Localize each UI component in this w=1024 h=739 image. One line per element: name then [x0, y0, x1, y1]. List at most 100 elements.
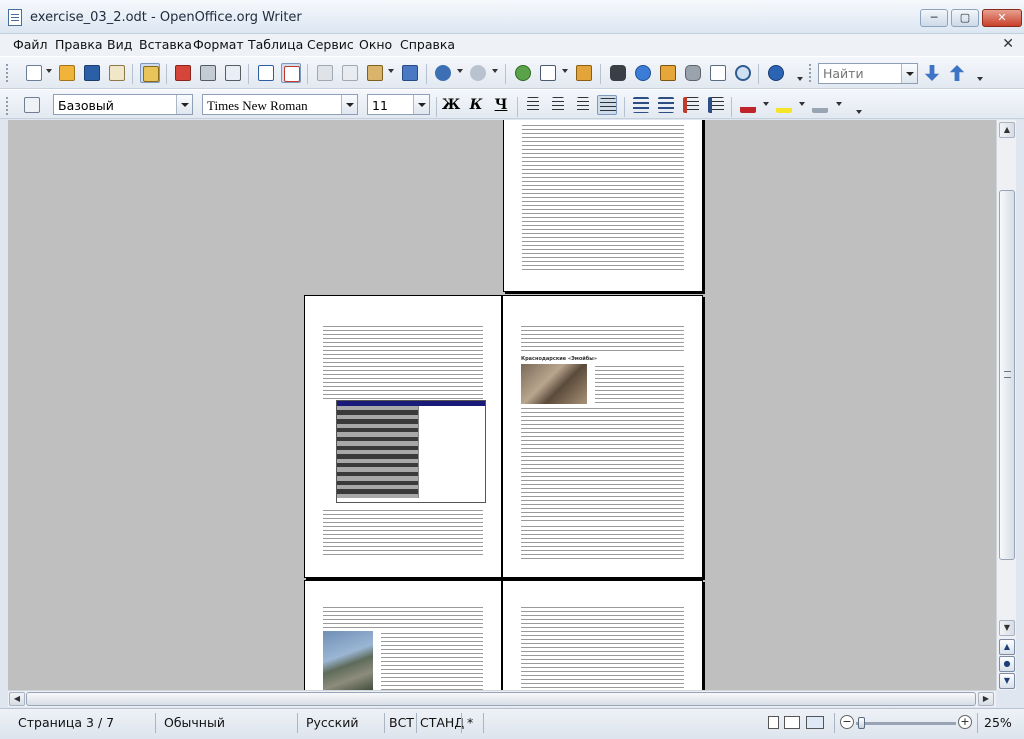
- edit-mode-button[interactable]: [140, 63, 160, 83]
- maximize-button[interactable]: ▢: [951, 9, 979, 27]
- find-next-button[interactable]: [922, 63, 942, 83]
- toolbar-overflow-icon[interactable]: [977, 77, 983, 81]
- help-button[interactable]: [766, 63, 786, 83]
- align-left-button[interactable]: [524, 95, 544, 115]
- find-replace-button[interactable]: [608, 63, 628, 83]
- chevron-down-icon[interactable]: [176, 95, 192, 114]
- chevron-down-icon[interactable]: [413, 95, 429, 114]
- font-name-combobox[interactable]: Times New Roman: [202, 94, 358, 115]
- new-document-button[interactable]: [24, 63, 44, 83]
- bold-button[interactable]: Ж: [441, 95, 461, 115]
- chevron-down-icon[interactable]: [562, 69, 568, 73]
- document-canvas[interactable]: Краснодарские «Эмойбы»: [8, 120, 996, 690]
- print-preview-button[interactable]: [223, 63, 243, 83]
- insert-mode[interactable]: ВСТ: [389, 715, 414, 730]
- export-pdf-button[interactable]: [173, 63, 193, 83]
- cut-button[interactable]: [315, 63, 335, 83]
- menu-file[interactable]: Файл: [13, 37, 48, 52]
- page-indicator[interactable]: Страница 3 / 7: [18, 715, 114, 730]
- next-page-icon[interactable]: ▼: [999, 673, 1015, 689]
- scroll-right-icon[interactable]: ▶: [978, 692, 994, 706]
- chevron-down-icon[interactable]: [799, 102, 805, 106]
- spellcheck-button[interactable]: [256, 63, 276, 83]
- scroll-up-icon[interactable]: ▲: [999, 122, 1015, 138]
- redo-button[interactable]: [468, 63, 488, 83]
- rock-photo[interactable]: [521, 364, 587, 404]
- menu-view[interactable]: Вид: [107, 37, 132, 52]
- toolbar-overflow-icon[interactable]: [797, 77, 803, 81]
- single-page-view-icon[interactable]: [768, 716, 779, 729]
- clone-formatting-button[interactable]: [400, 63, 420, 83]
- menu-window[interactable]: Окно: [359, 37, 392, 52]
- menu-table[interactable]: Таблица: [248, 37, 303, 52]
- save-button[interactable]: [82, 63, 102, 83]
- chevron-down-icon[interactable]: [901, 64, 917, 83]
- toolbar-overflow-icon[interactable]: [856, 110, 862, 114]
- menu-help[interactable]: Справка: [400, 37, 455, 52]
- data-sources-button[interactable]: [683, 63, 703, 83]
- align-right-button[interactable]: [572, 95, 592, 115]
- zoom-button[interactable]: [733, 63, 753, 83]
- font-color-button[interactable]: [738, 95, 758, 115]
- navigator-button[interactable]: [633, 63, 653, 83]
- bullets-button[interactable]: [656, 95, 676, 115]
- email-button[interactable]: [107, 63, 127, 83]
- scroll-down-icon[interactable]: ▼: [999, 620, 1015, 636]
- increase-indent-button[interactable]: [706, 95, 726, 115]
- copy-button[interactable]: [340, 63, 360, 83]
- scroll-left-icon[interactable]: ◀: [9, 692, 25, 706]
- navigation-icon[interactable]: ●: [999, 656, 1015, 672]
- hyperlink-button[interactable]: [513, 63, 533, 83]
- zoom-in-icon[interactable]: +: [958, 715, 972, 729]
- zoom-out-icon[interactable]: −: [840, 715, 854, 729]
- find-previous-button[interactable]: [947, 63, 967, 83]
- previous-page-icon[interactable]: ▲: [999, 639, 1015, 655]
- chevron-down-icon[interactable]: [388, 69, 394, 73]
- page-style[interactable]: Обычный: [164, 715, 225, 730]
- gallery-button[interactable]: [658, 63, 678, 83]
- document-page[interactable]: Краснодарские «Эмойбы»: [502, 295, 703, 578]
- print-button[interactable]: [198, 63, 218, 83]
- toolbar-grip[interactable]: [5, 96, 9, 116]
- zoom-level[interactable]: 25%: [984, 715, 1012, 730]
- show-draw-functions-button[interactable]: [574, 63, 594, 83]
- chevron-down-icon[interactable]: [341, 95, 357, 114]
- find-input[interactable]: [819, 64, 899, 83]
- undo-button[interactable]: [433, 63, 453, 83]
- open-button[interactable]: [57, 63, 77, 83]
- toolbar-grip[interactable]: [5, 63, 9, 83]
- chevron-down-icon[interactable]: [46, 69, 52, 73]
- menu-insert[interactable]: Вставка: [139, 37, 192, 52]
- table-button[interactable]: [538, 63, 558, 83]
- document-page[interactable]: [304, 295, 502, 578]
- close-window-button[interactable]: ✕: [982, 9, 1022, 27]
- zoom-slider-track[interactable]: [856, 722, 956, 725]
- horizontal-scrollbar[interactable]: ◀ ▶: [8, 690, 996, 707]
- paragraph-style-combobox[interactable]: Базовый: [53, 94, 193, 115]
- highlight-button[interactable]: [774, 95, 794, 115]
- data-table[interactable]: [336, 400, 486, 503]
- close-document-icon[interactable]: ✕: [1002, 36, 1014, 52]
- paste-button[interactable]: [365, 63, 385, 83]
- chevron-down-icon[interactable]: [492, 69, 498, 73]
- styles-formatting-button[interactable]: [22, 95, 42, 115]
- document-page[interactable]: [304, 580, 502, 690]
- numbering-button[interactable]: [631, 95, 651, 115]
- decrease-indent-button[interactable]: [681, 95, 701, 115]
- italic-button[interactable]: К: [466, 95, 486, 115]
- find-combobox[interactable]: [818, 63, 918, 84]
- menu-tools[interactable]: Сервис: [307, 37, 354, 52]
- font-size-combobox[interactable]: 11: [367, 94, 430, 115]
- zoom-slider-handle[interactable]: [858, 717, 865, 729]
- underline-button[interactable]: Ч: [491, 95, 511, 115]
- menu-format[interactable]: Формат: [193, 37, 244, 52]
- toolbar-grip[interactable]: [808, 63, 812, 83]
- formatting-marks-button[interactable]: [708, 63, 728, 83]
- menu-edit[interactable]: Правка: [55, 37, 103, 52]
- auto-spellcheck-button[interactable]: [281, 63, 301, 83]
- justify-button[interactable]: [597, 95, 617, 115]
- modified-indicator[interactable]: *: [467, 715, 473, 730]
- scrollbar-thumb[interactable]: [26, 692, 976, 706]
- mountain-photo[interactable]: [323, 631, 373, 690]
- align-center-button[interactable]: [548, 95, 568, 115]
